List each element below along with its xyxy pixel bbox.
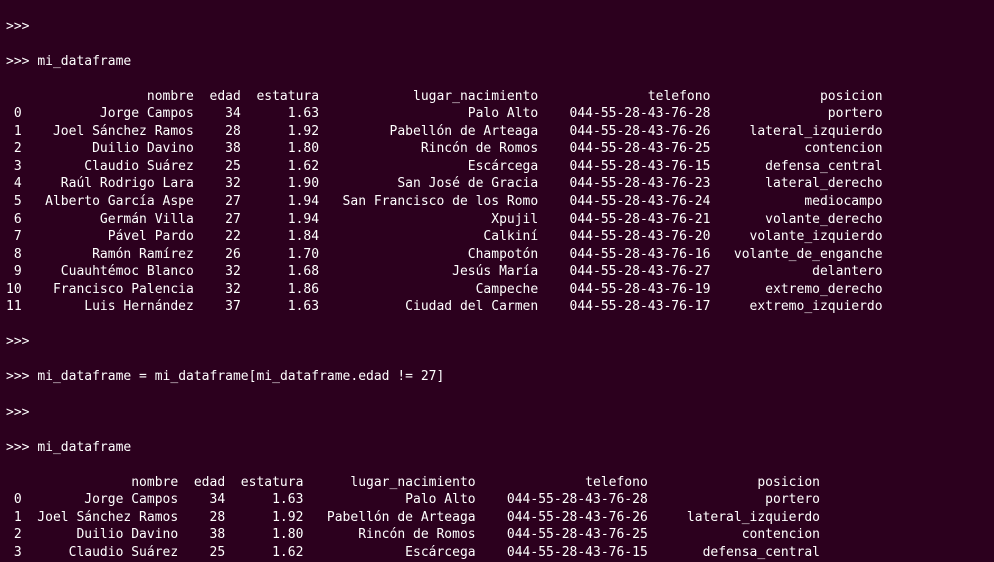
command-1: mi_dataframe — [37, 54, 131, 69]
prompt-line: >>> — [6, 404, 988, 422]
table-row: 3 Claudio Suárez 25 1.62 Escárcega 044-5… — [6, 158, 988, 176]
table-row: 2 Duilio Davino 38 1.80 Rincón de Romos … — [6, 526, 988, 544]
table-header-row: nombre edad estatura lugar_nacimiento te… — [6, 88, 988, 106]
table-row: 9 Cuauhtémoc Blanco 32 1.68 Jesús María … — [6, 263, 988, 281]
table-row: 1 Joel Sánchez Ramos 28 1.92 Pabellón de… — [6, 509, 988, 527]
table-row: 0 Jorge Campos 34 1.63 Palo Alto 044-55-… — [6, 491, 988, 509]
prompt-line: >>> — [6, 18, 988, 36]
table-row: 8 Ramón Ramírez 26 1.70 Champotón 044-55… — [6, 246, 988, 264]
prompt: >>> — [6, 405, 29, 420]
table-row: 10 Francisco Palencia 32 1.86 Campeche 0… — [6, 281, 988, 299]
prompt: >>> — [6, 19, 29, 34]
output-table-1: nombre edad estatura lugar_nacimiento te… — [6, 88, 988, 316]
table-row: 3 Claudio Suárez 25 1.62 Escárcega 044-5… — [6, 544, 988, 562]
input-line-1: >>> mi_dataframe — [6, 53, 988, 71]
table-row: 0 Jorge Campos 34 1.63 Palo Alto 044-55-… — [6, 105, 988, 123]
command-3: mi_dataframe — [37, 440, 131, 455]
input-line-3: >>> mi_dataframe — [6, 439, 988, 457]
prompt-line: >>> — [6, 333, 988, 351]
command-2: mi_dataframe = mi_dataframe[mi_dataframe… — [37, 369, 444, 384]
table-row: 5 Alberto García Aspe 27 1.94 San Franci… — [6, 193, 988, 211]
table-row: 11 Luis Hernández 37 1.63 Ciudad del Car… — [6, 298, 988, 316]
table-row: 7 Pável Pardo 22 1.84 Calkiní 044-55-28-… — [6, 228, 988, 246]
table-row: 2 Duilio Davino 38 1.80 Rincón de Romos … — [6, 140, 988, 158]
terminal[interactable]: >>> >>> mi_dataframe nombre edad estatur… — [0, 0, 994, 562]
table-row: 6 Germán Villa 27 1.94 Xpujil 044-55-28-… — [6, 211, 988, 229]
output-table-2: nombre edad estatura lugar_nacimiento te… — [6, 474, 988, 562]
input-line-2: >>> mi_dataframe = mi_dataframe[mi_dataf… — [6, 368, 988, 386]
prompt: >>> — [6, 54, 29, 69]
prompt: >>> — [6, 369, 29, 384]
table-row: 1 Joel Sánchez Ramos 28 1.92 Pabellón de… — [6, 123, 988, 141]
table-header-row: nombre edad estatura lugar_nacimiento te… — [6, 474, 988, 492]
table-row: 4 Raúl Rodrigo Lara 32 1.90 San José de … — [6, 175, 988, 193]
prompt: >>> — [6, 334, 29, 349]
prompt: >>> — [6, 440, 29, 455]
